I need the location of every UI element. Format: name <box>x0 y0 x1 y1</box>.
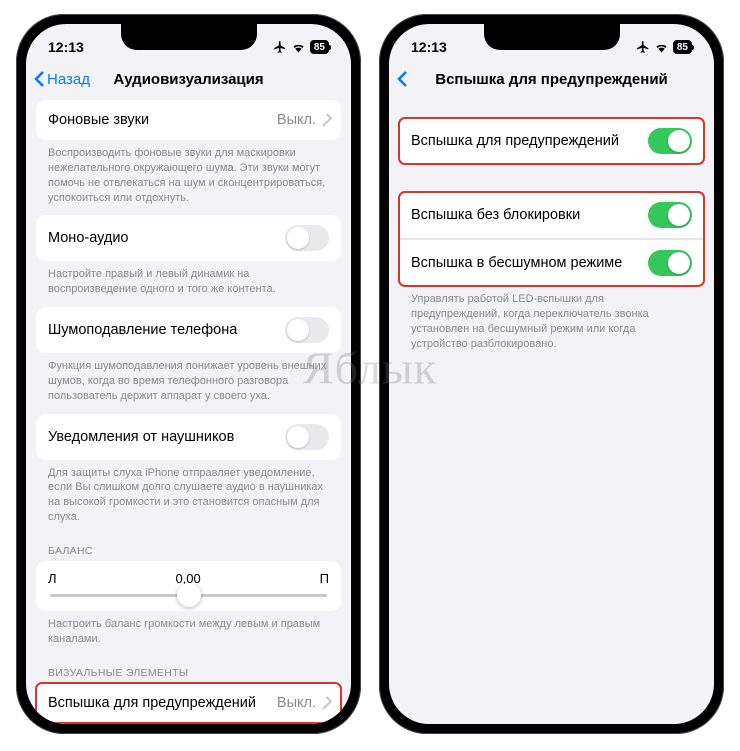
toggle-noise[interactable] <box>285 317 329 343</box>
row-noise-cancel[interactable]: Шумоподавление телефона <box>36 307 341 353</box>
toggle-flash-unlock[interactable] <box>648 202 692 228</box>
footer-noise: Функция шумоподавления понижает уровень … <box>36 353 341 414</box>
battery-icon: 85 <box>310 40 329 54</box>
row-label: Вспышка в бесшумном режиме <box>411 255 622 271</box>
row-value: Выкл. <box>277 695 316 711</box>
balance-slider[interactable] <box>50 594 327 597</box>
footer-mono: Настройте правый и левый динамик на восп… <box>36 261 341 307</box>
wifi-icon <box>291 41 306 53</box>
row-label: Вспышка без блокировки <box>411 207 580 223</box>
toggle-mono[interactable] <box>285 225 329 251</box>
balance-left-label: Л <box>48 571 57 586</box>
row-value: Выкл. <box>277 112 316 128</box>
nav-bar: Вспышка для предупреждений <box>389 64 714 100</box>
row-label: Вспышка для предупреждений <box>48 695 256 711</box>
chevron-left-icon <box>397 70 408 88</box>
row-flash-main[interactable]: Вспышка для предупреждений <box>399 118 704 164</box>
row-label: Вспышка для предупреждений <box>411 133 619 149</box>
battery-icon: 85 <box>673 40 692 54</box>
toggle-flash-main[interactable] <box>648 128 692 154</box>
row-flash-alerts[interactable]: Вспышка для предупреждений Выкл. <box>36 683 341 723</box>
group-flash-options: Вспышка без блокировки Вспышка в бесшумн… <box>399 192 704 286</box>
back-button[interactable] <box>397 70 408 88</box>
footer-flash: Управлять работой LED-вспышки для предуп… <box>399 286 704 361</box>
airplane-icon <box>636 40 650 54</box>
footer-balance: Настроить баланс громкости между левым и… <box>36 611 341 657</box>
page-title: Вспышка для предупреждений <box>435 71 668 88</box>
row-bg-sounds[interactable]: Фоновые звуки Выкл. <box>36 100 341 140</box>
back-label: Назад <box>47 71 90 88</box>
notch <box>121 24 257 50</box>
phone-right: 12:13 85 Вспышка для предупреждений Вспы… <box>379 14 724 734</box>
row-flash-silent[interactable]: Вспышка в бесшумном режиме <box>399 239 704 286</box>
nav-bar: Назад Аудиовизуализация <box>26 64 351 100</box>
row-headphone-notify[interactable]: Уведомления от наушников <box>36 414 341 460</box>
header-visual: ВИЗУАЛЬНЫЕ ЭЛЕМЕНТЫ <box>36 657 341 683</box>
row-label: Моно-аудио <box>48 230 129 246</box>
chevron-right-icon <box>319 696 332 709</box>
notch <box>484 24 620 50</box>
header-balance: БАЛАНС <box>36 535 341 561</box>
toggle-headphone[interactable] <box>285 424 329 450</box>
back-button[interactable]: Назад <box>34 70 90 88</box>
balance-slider-row: Л 0,00 П <box>36 561 341 611</box>
phone-left: 12:13 85 Назад Аудиовизуализация Фоновые… <box>16 14 361 734</box>
row-mono-audio[interactable]: Моно-аудио <box>36 215 341 261</box>
group-flash-main: Вспышка для предупреждений <box>399 118 704 164</box>
row-label: Шумоподавление телефона <box>48 322 237 338</box>
row-label: Фоновые звуки <box>48 112 149 128</box>
page-title: Аудиовизуализация <box>113 71 263 88</box>
footer-headphone: Для защиты слуха iPhone отправляет уведо… <box>36 460 341 535</box>
airplane-icon <box>273 40 287 54</box>
balance-right-label: П <box>320 571 329 586</box>
chevron-left-icon <box>34 70 45 88</box>
toggle-flash-silent[interactable] <box>648 250 692 276</box>
wifi-icon <box>654 41 669 53</box>
row-label: Уведомления от наушников <box>48 429 234 445</box>
chevron-right-icon <box>319 113 332 126</box>
footer-bg-sounds: Воспроизводить фоновые звуки для маскиро… <box>36 140 341 215</box>
row-flash-unlock[interactable]: Вспышка без блокировки <box>399 192 704 239</box>
slider-thumb[interactable] <box>177 583 201 607</box>
